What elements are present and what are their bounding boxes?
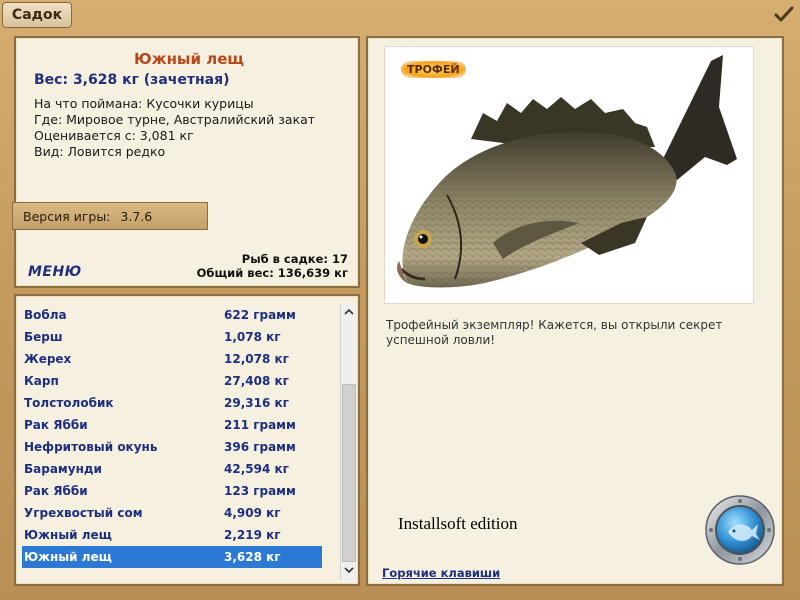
list-item-name: Нефритовый окунь (24, 440, 158, 454)
fish-weight: Вес: 3,628 кг (зачетная) (34, 72, 230, 88)
list-item-name: Берш (24, 330, 63, 344)
list-item[interactable]: Нефритовый окунь 396 грамм (22, 436, 322, 458)
window-title: Садок (2, 2, 72, 28)
detail-rarity: Вид: Ловится редко (34, 144, 166, 159)
trophy-panel: ТРОФЕЙ Трофейный экземпляр! Кажется, вы … (366, 36, 784, 586)
list-item[interactable]: Рак Ябби 211 грамм (22, 414, 322, 436)
list-item[interactable]: Толстолобик 29,316 кг (22, 392, 322, 414)
version-value: 3.7.6 (120, 208, 153, 224)
menu-link[interactable]: МЕНЮ (28, 264, 82, 280)
list-item-name: Рак Ябби (24, 484, 88, 498)
list-item-weight: 27,408 кг (224, 374, 289, 388)
list-item[interactable]: Южный лещ 2,219 кг (22, 524, 322, 546)
list-item[interactable]: Южный лещ 3,628 кг (22, 546, 322, 568)
list-item-weight: 211 грамм (224, 418, 296, 432)
list-item[interactable]: Рак Ябби 123 грамм (22, 480, 322, 502)
list-scrollbar[interactable] (340, 304, 356, 580)
porthole-fish-icon (705, 495, 775, 565)
list-item-name: Карп (24, 374, 59, 388)
list-item[interactable]: Барамунди 42,594 кг (22, 458, 322, 480)
fish-image: ТРОФЕЙ (384, 46, 754, 304)
list-item[interactable]: Вобла 622 грамм (22, 304, 322, 326)
list-item-weight: 2,219 кг (224, 528, 281, 542)
window-frame: Садок Южный лещ Вес: 3,628 кг (зачетная)… (0, 0, 800, 600)
fish-name: Южный лещ (134, 50, 244, 68)
list-item-weight: 42,594 кг (224, 462, 289, 476)
list-item-weight: 12,078 кг (224, 352, 289, 366)
fish-info-panel: Южный лещ Вес: 3,628 кг (зачетная) На чт… (12, 36, 360, 288)
hotkeys-link[interactable]: Горячие клавиши (382, 566, 500, 580)
list-item-name: Южный лещ (24, 528, 112, 542)
list-item-name: Жерех (24, 352, 72, 366)
chevron-up-icon (344, 308, 354, 315)
total-weight: Общий вес: 136,639 кг (196, 266, 348, 280)
edition-label: Installsoft edition (398, 514, 518, 533)
list-item-weight: 3,628 кг (224, 550, 281, 564)
checkmark-icon (774, 6, 794, 22)
list-item[interactable]: Жерех 12,078 кг (22, 348, 322, 370)
fish-count: Рыб в садке: 17 (241, 252, 348, 266)
list-item[interactable]: Карп 27,408 кг (22, 370, 322, 392)
scroll-up-button[interactable] (341, 304, 357, 320)
list-item-weight: 123 грамм (224, 484, 296, 498)
version-label: Версия игры: (23, 208, 111, 224)
list-item-weight: 622 грамм (224, 308, 296, 322)
list-item-weight: 29,316 кг (224, 396, 289, 410)
fish-list: Вобла 622 грамм Берш 1,078 кг Жерех 12,078 кг… (22, 304, 322, 580)
list-item-name: Вобла (24, 308, 67, 322)
detail-rating: Оценивается с: 3,081 кг (34, 128, 194, 143)
fish-list-panel: Вобла 622 грамм Берш 1,078 кг Жерех 12,078 кг… (14, 294, 360, 586)
chevron-down-icon (344, 567, 354, 574)
list-item-name: Угрехвостый сом (24, 506, 143, 520)
close-button[interactable] (772, 4, 796, 26)
list-item[interactable]: Угрехвостый сом 4,909 кг (22, 502, 322, 524)
detail-bait: На что поймана: Кусочки курицы (34, 96, 254, 111)
list-item-weight: 396 грамм (224, 440, 296, 454)
bream-fish-image (397, 55, 737, 288)
scroll-thumb[interactable] (342, 384, 356, 562)
trophy-message: Трофейный экземпляр! Кажется, вы открыли… (386, 318, 723, 347)
detail-location: Где: Мировое турне, Австралийский закат (34, 112, 316, 127)
list-item-name: Рак Ябби (24, 418, 88, 432)
list-item-name: Южный лещ (24, 550, 112, 564)
list-item-name: Барамунди (24, 462, 102, 476)
porthole-button[interactable] (704, 494, 776, 566)
version-strip: Версия игры: 3.7.6 (12, 202, 208, 230)
list-item-weight: 4,909 кг (224, 506, 281, 520)
scroll-down-button[interactable] (341, 562, 357, 578)
list-item-weight: 1,078 кг (224, 330, 281, 344)
trophy-badge: ТРОФЕЙ (401, 61, 466, 78)
keepnet-stats: Рыб в садке: 17 Общий вес: 136,639 кг (197, 252, 348, 280)
list-item-name: Толстолобик (24, 396, 114, 410)
list-item[interactable]: Берш 1,078 кг (22, 326, 322, 348)
